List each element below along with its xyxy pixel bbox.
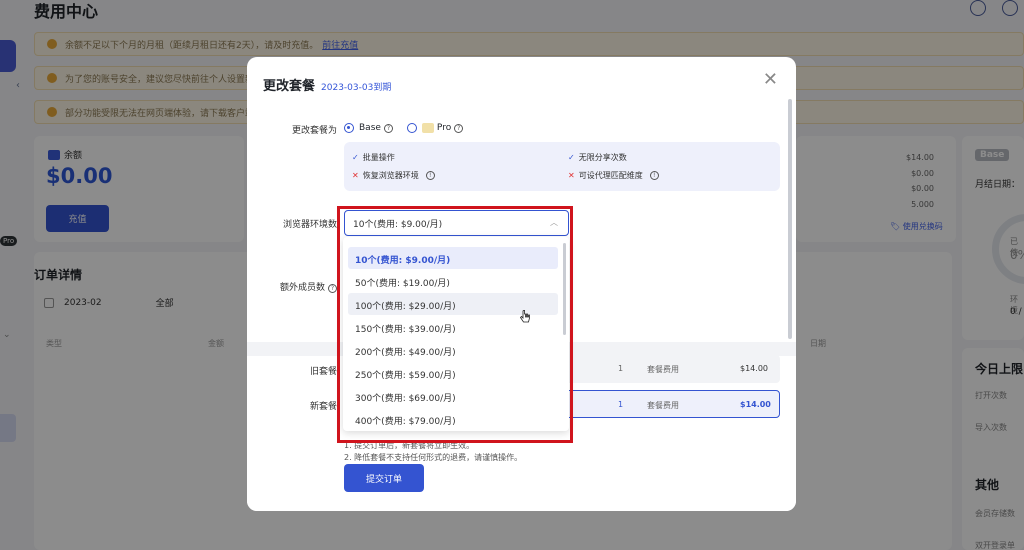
plan-pro-label[interactable]: Pro: [437, 123, 451, 133]
feature-text: 可设代理匹配维度: [578, 171, 643, 180]
notes: 1. 提交订单后，新套餐将立即生效。 2. 降低套餐不支持任何形式的退费，请谨慎…: [344, 440, 522, 464]
price: $14.00: [740, 364, 768, 373]
info-icon[interactable]: !: [649, 171, 659, 180]
price: $14.00: [740, 400, 771, 409]
submit-order-button[interactable]: 提交订单: [344, 464, 424, 492]
cross-icon: ✕: [568, 171, 575, 180]
hand-cursor-icon: [520, 310, 530, 323]
pro-icon: [421, 123, 434, 133]
item: 套餐费用: [647, 365, 679, 374]
radio-pro[interactable]: [406, 123, 417, 133]
check-icon: ✓: [352, 153, 359, 162]
feature-item: ✓ 无限分享次数: [568, 152, 627, 163]
cross-icon: ✕: [352, 171, 359, 180]
new-plan-label: 新套餐: [309, 402, 337, 412]
feature-text: 批量操作: [362, 153, 395, 162]
note-2: 2. 降低套餐不支持任何形式的退费，请谨慎操作。: [344, 453, 523, 462]
feature-text: 无限分享次数: [578, 153, 627, 162]
item: 套餐费用: [647, 401, 679, 410]
help-icon[interactable]: ?: [328, 284, 337, 293]
plan-options: Base ? Pro ?: [344, 123, 464, 133]
env-count-label: 浏览器环境数: [282, 220, 337, 230]
red-highlight-box: [337, 206, 573, 443]
expiry-date: 2023-03-03到期: [321, 83, 392, 93]
help-icon[interactable]: ?: [383, 123, 393, 133]
modal-scrollbar[interactable]: [788, 99, 792, 339]
close-icon[interactable]: ✕: [763, 71, 778, 89]
qty: 1: [618, 400, 624, 409]
feature-item: ✕ 可设代理匹配维度 !: [568, 170, 659, 181]
old-plan-label: 旧套餐: [309, 367, 337, 377]
modal-title: 更改套餐: [263, 79, 316, 94]
help-icon[interactable]: ?: [454, 123, 464, 133]
extra-members-label: 额外成员数?: [247, 280, 337, 293]
feature-item: ✓ 批量操作: [352, 152, 395, 163]
radio-base[interactable]: [344, 123, 354, 133]
modal-header: 更改套餐 2023-03-03到期: [263, 75, 391, 94]
feature-text: 恢复浏览器环境: [362, 171, 419, 180]
info-icon[interactable]: !: [425, 171, 435, 180]
feature-list: ✓ 批量操作 ✓ 无限分享次数 ✕ 恢复浏览器环境 ! ✕ 可设代理匹配维度 !: [344, 142, 780, 191]
check-icon: ✓: [568, 153, 575, 162]
feature-item: ✕ 恢复浏览器环境 !: [352, 170, 435, 181]
qty: 1: [618, 364, 624, 373]
plan-base-label[interactable]: Base: [359, 123, 381, 133]
extra-members-text: 额外成员数: [279, 283, 325, 293]
change-plan-label: 更改套餐为: [291, 126, 337, 136]
